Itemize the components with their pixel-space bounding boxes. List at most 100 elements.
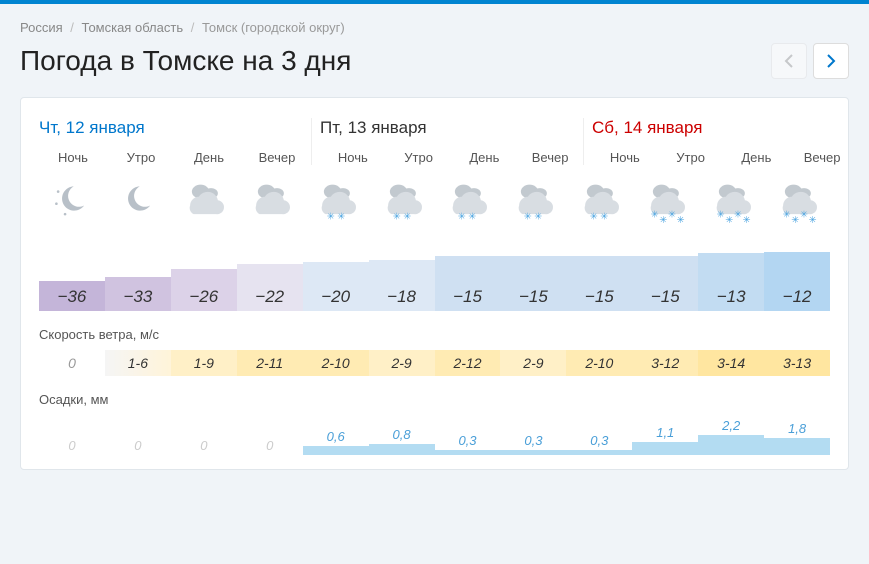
wind-label: Скорость ветра, м/с <box>39 327 830 342</box>
daypart-label: Вечер <box>517 150 583 165</box>
temp-value: −18 <box>369 283 435 311</box>
weather-icon-cell: ✳✳ <box>500 171 566 233</box>
temp-value: −15 <box>566 283 632 311</box>
daypart-label: Утро <box>386 150 452 165</box>
svg-text:✳: ✳ <box>725 215 733 226</box>
temp-cell: −15 <box>566 256 632 311</box>
snow-light-icon: ✳✳ <box>310 176 362 228</box>
weather-icon-cell: ✳✳ <box>566 171 632 233</box>
precip-cell: 0 <box>39 415 105 455</box>
weather-icon-cell: ✳✳✳✳ <box>698 171 764 233</box>
wind-cell: 2-10 <box>303 350 369 376</box>
day-column: Пт, 13 январяНочьУтроДеньВечер <box>311 118 583 165</box>
temp-value: −12 <box>764 283 830 311</box>
precip-cell: 0,3 <box>435 415 501 455</box>
svg-text:✳: ✳ <box>668 210 676 221</box>
precip-bar <box>369 444 435 455</box>
weather-icon-cell <box>171 171 237 233</box>
temp-value: −36 <box>39 283 105 311</box>
precip-value: 1,1 <box>632 425 698 440</box>
precip-value: 0,3 <box>500 433 566 448</box>
breadcrumb-item[interactable]: Томская область <box>82 20 184 35</box>
temp-cell: −15 <box>632 256 698 311</box>
weather-icon-cell: ✳✳ <box>369 171 435 233</box>
breadcrumb-sep: / <box>191 20 195 35</box>
svg-text:✳: ✳ <box>800 210 808 221</box>
breadcrumb-sep: / <box>70 20 74 35</box>
day-column: Сб, 14 января НочьУтроДеньВечер <box>583 118 855 165</box>
page-title: Погода в Томске на 3 дня <box>20 45 351 77</box>
temp-value: −15 <box>435 283 501 311</box>
precip-bar <box>500 450 566 455</box>
precip-bar <box>698 435 764 455</box>
daypart-label: Вечер <box>789 150 855 165</box>
weather-icon-cell <box>105 171 171 233</box>
precip-bar <box>303 446 369 455</box>
wind-row: 01-61-92-112-102-92-122-92-103-123-143-1… <box>39 350 830 376</box>
precip-cell: 0 <box>171 415 237 455</box>
svg-text:✳: ✳ <box>677 215 685 226</box>
breadcrumb-item[interactable]: Россия <box>20 20 63 35</box>
svg-text:✳: ✳ <box>392 211 400 222</box>
next-button[interactable] <box>813 43 849 79</box>
temp-value: −22 <box>237 283 303 311</box>
parts-row: НочьУтроДеньВечер <box>592 150 855 165</box>
weather-icon-cell: ✳✳ <box>435 171 501 233</box>
svg-text:✳: ✳ <box>535 211 543 222</box>
precip-value: 0 <box>171 438 237 453</box>
svg-text:✳: ✳ <box>743 215 751 226</box>
weather-icon-cell <box>39 171 105 233</box>
precip-value: 0 <box>237 438 303 453</box>
daypart-label: Ночь <box>39 150 107 165</box>
svg-text:✳: ✳ <box>524 211 532 222</box>
svg-text:✳: ✳ <box>326 211 334 222</box>
temp-cell: −22 <box>237 264 303 311</box>
precip-value: 1,8 <box>764 421 830 436</box>
cloudy-icon <box>244 176 296 228</box>
temp-value: −26 <box>171 283 237 311</box>
chevron-right-icon <box>826 54 836 68</box>
temp-cell: −15 <box>500 256 566 311</box>
precip-cell: 0,8 <box>369 415 435 455</box>
precip-cell: 0,3 <box>566 415 632 455</box>
moon-icon <box>112 176 164 228</box>
precip-label: Осадки, мм <box>39 392 830 407</box>
daypart-label: Ночь <box>592 150 658 165</box>
temp-cell: −15 <box>435 256 501 311</box>
daypart-label: Ночь <box>320 150 386 165</box>
temp-cell: −12 <box>764 252 830 311</box>
day-label[interactable]: Пт, 13 января <box>320 118 583 138</box>
svg-text:✳: ✳ <box>337 211 345 222</box>
wind-cell: 2-11 <box>237 350 303 376</box>
precip-value: 0 <box>39 438 105 453</box>
wind-cell: 3-12 <box>632 350 698 376</box>
precip-value: 0,3 <box>435 433 501 448</box>
snow-light-icon: ✳✳ <box>507 176 559 228</box>
temp-cell: −18 <box>369 260 435 311</box>
wind-cell: 3-14 <box>698 350 764 376</box>
daypart-label: Утро <box>107 150 175 165</box>
snow-light-icon: ✳✳ <box>376 176 428 228</box>
precip-bar <box>566 450 632 455</box>
forecast-card: Чт, 12 январяНочьУтроДеньВечерПт, 13 янв… <box>20 97 849 470</box>
breadcrumb-item-current: Томск (городской округ) <box>202 20 345 35</box>
day-label[interactable]: Сб, 14 января <box>592 118 855 138</box>
weather-icon-cell: ✳✳✳✳ <box>764 171 830 233</box>
svg-text:✳: ✳ <box>660 215 668 226</box>
svg-text:✳: ✳ <box>458 211 466 222</box>
temp-cell: −36 <box>39 281 105 311</box>
precip-cell: 0 <box>105 415 171 455</box>
svg-text:✳: ✳ <box>734 210 742 221</box>
temp-value: −15 <box>500 283 566 311</box>
snow-heavy-icon: ✳✳✳✳ <box>771 176 823 228</box>
snow-heavy-icon: ✳✳✳✳ <box>705 176 757 228</box>
precip-bar <box>632 442 698 455</box>
temp-cell: −20 <box>303 262 369 311</box>
wind-cell: 3-13 <box>764 350 830 376</box>
svg-text:✳: ✳ <box>651 210 659 221</box>
precip-value: 0,6 <box>303 429 369 444</box>
precip-cell: 2,2 <box>698 415 764 455</box>
icons-row: ✳✳✳✳✳✳✳✳✳✳✳✳✳✳✳✳✳✳✳✳✳✳ <box>39 171 830 233</box>
daypart-label: Утро <box>658 150 724 165</box>
day-label[interactable]: Чт, 12 января <box>39 118 311 138</box>
